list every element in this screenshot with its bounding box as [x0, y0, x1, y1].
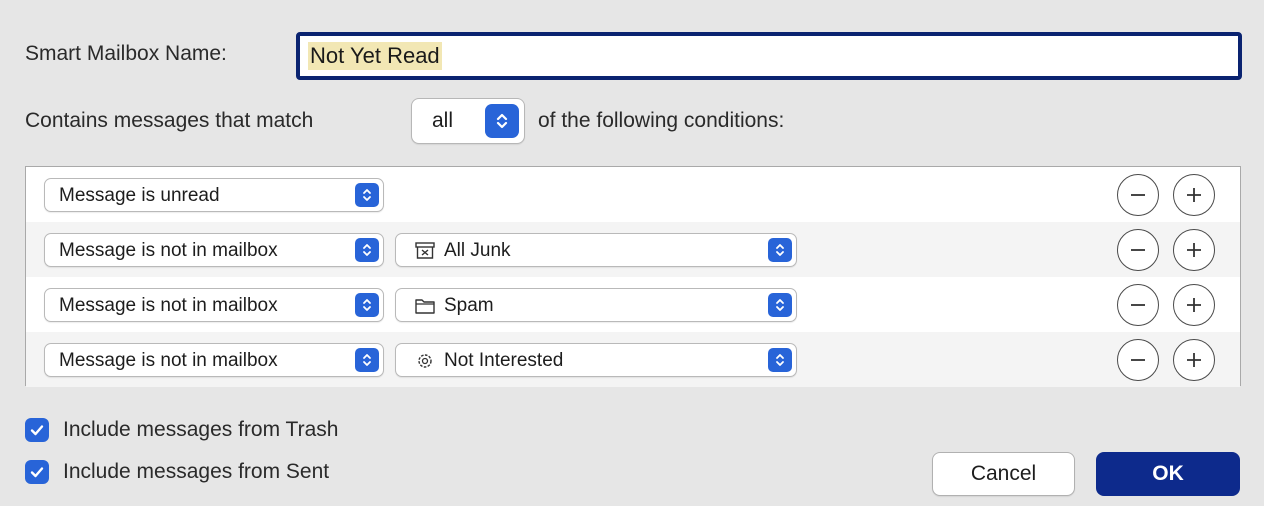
condition-field-value: Message is not in mailbox	[59, 240, 278, 261]
folder-icon	[415, 299, 435, 314]
match-prefix-label: Contains messages that match	[25, 109, 314, 132]
minus-icon	[1131, 249, 1145, 251]
condition-mailbox-select[interactable]: Spam	[395, 288, 797, 322]
condition-mailbox-select[interactable]: All Junk	[395, 233, 797, 267]
condition-field-value: Message is unread	[59, 185, 220, 206]
condition-row: Message is unread	[26, 167, 1240, 222]
condition-mailbox-value: Not Interested	[444, 350, 564, 371]
condition-field-select[interactable]: Message is not in mailbox	[44, 343, 384, 377]
plus-icon	[1187, 188, 1201, 202]
plus-icon	[1187, 243, 1201, 257]
conditions-list: Message is unread Message is not in mail…	[25, 166, 1241, 387]
minus-icon	[1131, 359, 1145, 361]
remove-condition-button[interactable]	[1117, 284, 1159, 326]
condition-field-select[interactable]: Message is not in mailbox	[44, 288, 384, 322]
up-down-chevron-icon	[355, 348, 379, 372]
condition-field-select[interactable]: Message is not in mailbox	[44, 233, 384, 267]
remove-condition-button[interactable]	[1117, 229, 1159, 271]
match-mode-value: all	[432, 109, 454, 132]
minus-icon	[1131, 194, 1145, 196]
condition-field-value: Message is not in mailbox	[59, 295, 278, 316]
smart-mailbox-gear-icon	[418, 354, 432, 368]
remove-condition-button[interactable]	[1117, 339, 1159, 381]
condition-field-select[interactable]: Message is unread	[44, 178, 384, 212]
match-suffix-label: of the following conditions:	[538, 109, 785, 132]
up-down-chevron-icon	[355, 183, 379, 207]
checkmark-icon	[30, 425, 44, 436]
include-sent-option: Include messages from Sent	[25, 460, 329, 484]
include-trash-checkbox[interactable]	[25, 418, 49, 442]
up-down-chevron-icon	[485, 104, 519, 138]
include-sent-label[interactable]: Include messages from Sent	[63, 460, 329, 484]
smart-mailbox-name-input[interactable]: Not Yet Read	[296, 32, 1242, 80]
condition-mailbox-value: Spam	[444, 295, 494, 316]
up-down-chevron-icon	[355, 293, 379, 317]
add-condition-button[interactable]	[1173, 284, 1215, 326]
up-down-chevron-icon	[355, 238, 379, 262]
name-input-text: Not Yet Read	[308, 42, 442, 70]
match-mode-select[interactable]: all	[411, 98, 525, 144]
smart-mailbox-dialog: Smart Mailbox Name: Not Yet Read Contain…	[0, 0, 1264, 506]
up-down-chevron-icon	[768, 293, 792, 317]
up-down-chevron-icon	[768, 348, 792, 372]
condition-row: Message is not in mailbox Spam	[26, 277, 1240, 332]
add-condition-button[interactable]	[1173, 229, 1215, 271]
add-condition-button[interactable]	[1173, 174, 1215, 216]
checkmark-icon	[30, 467, 44, 478]
condition-row: Message is not in mailbox All Junk	[26, 222, 1240, 277]
remove-condition-button[interactable]	[1117, 174, 1159, 216]
smart-mailbox-name-label: Smart Mailbox Name:	[25, 42, 227, 65]
condition-mailbox-select[interactable]: Not Interested	[395, 343, 797, 377]
minus-icon	[1131, 304, 1145, 306]
condition-mailbox-value: All Junk	[444, 240, 511, 261]
add-condition-button[interactable]	[1173, 339, 1215, 381]
include-trash-option: Include messages from Trash	[25, 418, 338, 442]
plus-icon	[1187, 353, 1201, 367]
ok-button[interactable]: OK	[1096, 452, 1240, 496]
up-down-chevron-icon	[768, 238, 792, 262]
cancel-button[interactable]: Cancel	[932, 452, 1075, 496]
condition-row: Message is not in mailbox Not Interested	[26, 332, 1240, 387]
condition-field-value: Message is not in mailbox	[59, 350, 278, 371]
junk-icon	[415, 242, 435, 259]
include-sent-checkbox[interactable]	[25, 460, 49, 484]
plus-icon	[1187, 298, 1201, 312]
include-trash-label[interactable]: Include messages from Trash	[63, 418, 338, 442]
